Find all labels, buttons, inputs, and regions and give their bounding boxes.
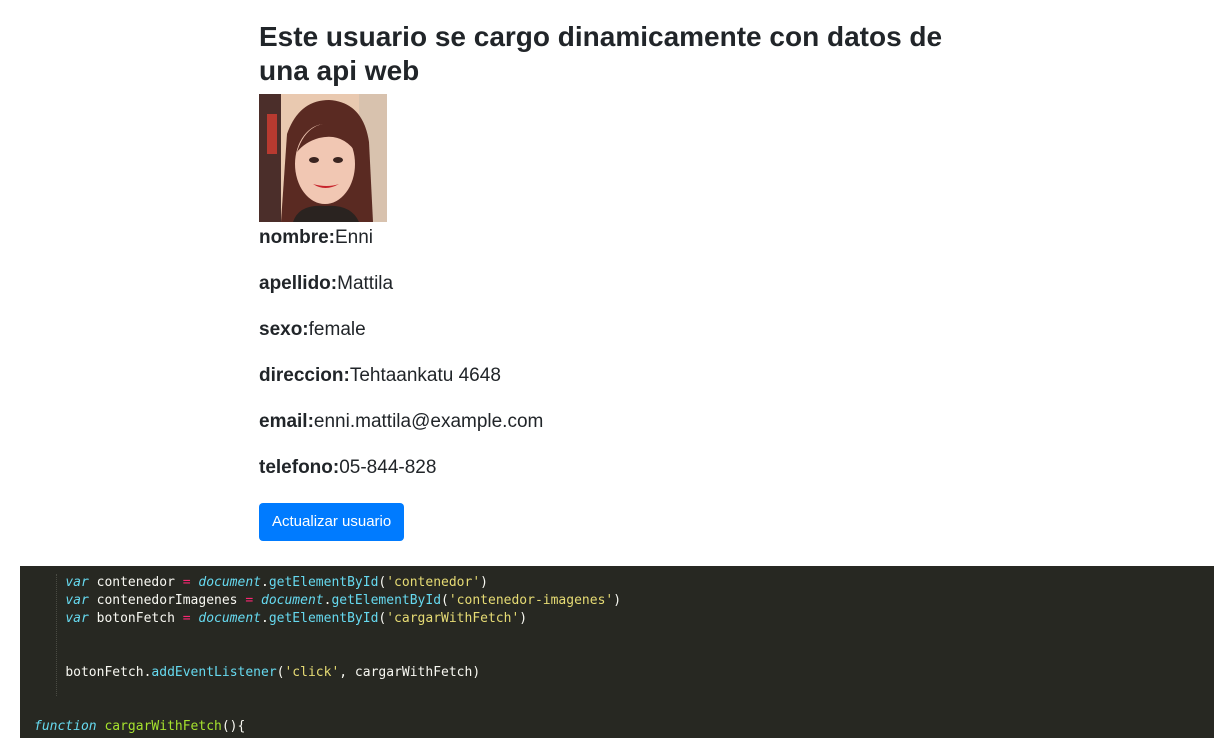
field-value: 05-844-828 [339,457,437,478]
field-label: email: [259,411,314,432]
field-label: direccion: [259,365,350,386]
field-value: female [308,319,366,340]
field-telefono: telefono:05-844-828 [259,457,979,503]
field-label: sexo: [259,319,309,340]
field-label: nombre: [259,227,335,248]
field-email: email:enni.mattila@example.com [259,411,979,457]
page-title: Este usuario se cargo dinamicamente con … [259,21,943,86]
update-user-button[interactable]: Actualizar usuario [259,503,405,541]
field-value: Tehtaankatu 4648 [349,365,501,386]
field-value: Enni [335,227,374,248]
code-editor: var contenedor = document.getElementById… [20,566,1214,738]
field-label: apellido: [259,273,338,294]
field-value: Mattila [337,273,394,294]
user-photo [259,94,387,222]
field-apellido: apellido:Mattila [259,273,979,319]
code-line: var contenedorImagenes = document.getEle… [65,593,622,608]
field-sexo: sexo:female [259,319,979,365]
code-line: botonFetch.addEventListener('click', car… [65,665,481,680]
code-line: var contenedor = document.getElementById… [65,575,488,590]
field-value: enni.mattila@example.com [313,411,544,432]
field-nombre: nombre:Enni [259,227,979,273]
code-line: function cargarWithFetch(){ [34,719,246,734]
field-label: telefono: [259,457,340,478]
code-line: var botonFetch = document.getElementById… [65,611,528,626]
field-direccion: direccion:Tehtaankatu 4648 [259,365,979,411]
user-card: Este usuario se cargo dinamicamente con … [259,20,979,541]
